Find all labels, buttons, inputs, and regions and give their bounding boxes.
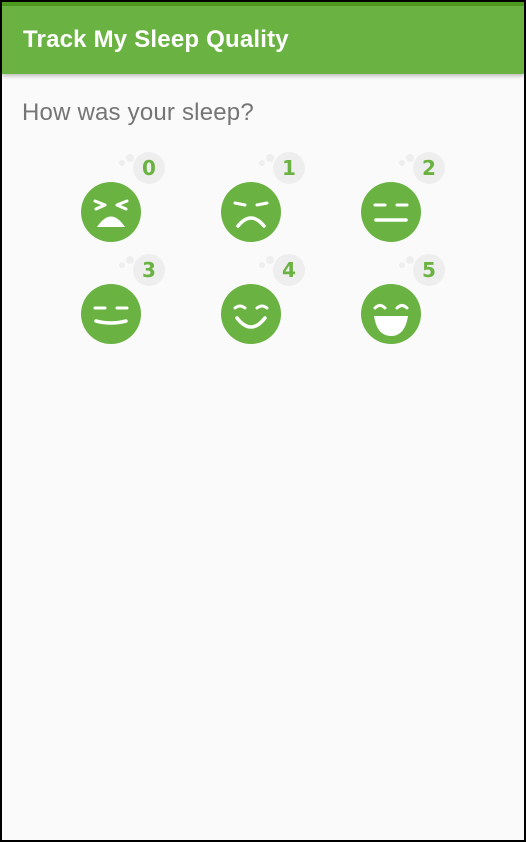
sleep-bubble-dot <box>119 262 125 268</box>
quality-grid: 0 1 2 3 4 5 <box>2 2 524 840</box>
sleep-bubble-dot <box>119 160 125 166</box>
happy-face-icon <box>221 284 281 344</box>
app-screen: Track My Sleep Quality How was your slee… <box>2 2 524 840</box>
quality-badge: 3 <box>133 254 165 286</box>
neutral-face-icon <box>361 182 421 242</box>
sleep-bubble-dot <box>406 154 414 162</box>
sad-face-icon <box>221 182 281 242</box>
quality-badge: 2 <box>413 152 445 184</box>
sleep-bubble-dot <box>126 154 134 162</box>
sleep-bubble-dot <box>266 154 274 162</box>
quality-4-option[interactable]: 4 <box>221 254 305 344</box>
quality-5-option[interactable]: 5 <box>361 254 445 344</box>
very-happy-face-icon <box>361 284 421 344</box>
sleep-bubble-dot <box>259 262 265 268</box>
quality-number: 3 <box>142 258 156 282</box>
sleep-bubble-dot <box>266 256 274 264</box>
quality-0-option[interactable]: 0 <box>81 152 165 242</box>
quality-badge: 1 <box>273 152 305 184</box>
quality-1-option[interactable]: 1 <box>221 152 305 242</box>
sleep-bubble-dot <box>259 160 265 166</box>
sleep-bubble-dot <box>399 262 405 268</box>
quality-badge: 4 <box>273 254 305 286</box>
quality-number: 2 <box>422 156 436 180</box>
quality-number: 1 <box>282 156 296 180</box>
quality-badge: 5 <box>413 254 445 286</box>
very-bad-face-icon <box>81 182 141 242</box>
sleep-bubble-dot <box>126 256 134 264</box>
quality-badge: 0 <box>133 152 165 184</box>
content-face-icon <box>81 284 141 344</box>
quality-number: 4 <box>282 258 296 282</box>
sleep-bubble-dot <box>406 256 414 264</box>
quality-number: 5 <box>422 258 436 282</box>
sleep-bubble-dot <box>399 160 405 166</box>
quality-2-option[interactable]: 2 <box>361 152 445 242</box>
quality-number: 0 <box>142 156 156 180</box>
quality-3-option[interactable]: 3 <box>81 254 165 344</box>
